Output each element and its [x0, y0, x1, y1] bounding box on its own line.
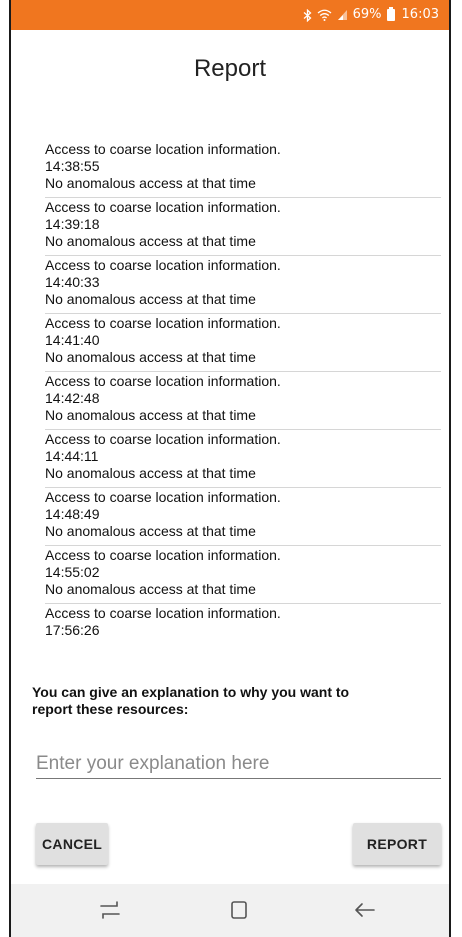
list-item[interactable]: Access to coarse location information. 1…: [45, 604, 441, 662]
access-description: Access to coarse location information.: [45, 373, 281, 389]
list-item[interactable]: Access to coarse location information. 1…: [45, 372, 441, 430]
access-description: Access to coarse location information.: [45, 547, 281, 563]
access-time: 14:41:40: [45, 332, 100, 348]
access-time: 14:38:55: [45, 158, 100, 174]
access-status: No anomalous access at that time: [45, 349, 256, 365]
access-time: 14:48:49: [45, 506, 100, 522]
access-time: 17:56:26: [45, 622, 100, 638]
battery-percentage: 69%: [352, 7, 382, 22]
access-time: 14:44:11: [45, 448, 99, 464]
access-status: No anomalous access at that time: [45, 407, 256, 423]
list-item[interactable]: Access to coarse location information. 1…: [45, 546, 441, 604]
page-title: Report: [193, 55, 267, 82]
navigation-bar: [11, 884, 449, 937]
access-time: 14:40:33: [45, 274, 100, 290]
access-description: Access to coarse location information.: [45, 431, 281, 447]
access-status: No anomalous access at that time: [45, 465, 256, 481]
status-icons: 69% 16:03: [303, 7, 439, 22]
access-description: Access to coarse location information.: [45, 141, 281, 157]
explanation-input[interactable]: [36, 750, 441, 779]
access-description: Access to coarse location information.: [45, 199, 281, 215]
access-time: 14:42:48: [45, 390, 100, 406]
status-time: 16:03: [401, 7, 439, 22]
access-status: No anomalous access at that time: [45, 291, 256, 307]
back-icon[interactable]: [353, 898, 377, 922]
list-item[interactable]: Access to coarse location information. 1…: [45, 430, 441, 488]
recent-apps-icon[interactable]: [98, 898, 122, 922]
access-description: Access to coarse location information.: [45, 257, 281, 273]
access-status: No anomalous access at that time: [45, 581, 256, 597]
signal-icon: [337, 10, 347, 20]
app-screen: 69% 16:03 Report Access to coarse locati…: [9, 0, 451, 937]
explanation-label: You can give an explanation to why you w…: [32, 684, 350, 717]
list-item[interactable]: Access to coarse location information. 1…: [45, 488, 441, 546]
list-item[interactable]: Access to coarse location information. 1…: [45, 256, 441, 314]
cancel-button[interactable]: CANCEL: [36, 823, 108, 865]
list-item[interactable]: Access to coarse location information. 1…: [45, 314, 441, 372]
report-button[interactable]: REPORT: [353, 823, 441, 865]
access-description: Access to coarse location information.: [45, 489, 281, 505]
access-description: Access to coarse location information.: [45, 605, 281, 621]
list-item[interactable]: Access to coarse location information. 1…: [45, 140, 441, 198]
access-time: 14:39:18: [45, 216, 100, 232]
battery-icon: [386, 7, 395, 21]
access-status: No anomalous access at that time: [45, 233, 256, 249]
access-time: 14:55:02: [45, 564, 100, 580]
access-list: Access to coarse location information. 1…: [45, 140, 441, 662]
access-description: Access to coarse location information.: [45, 315, 281, 331]
wifi-icon: [317, 9, 332, 21]
list-item[interactable]: Access to coarse location information. 1…: [45, 198, 441, 256]
access-status: No anomalous access at that time: [45, 523, 256, 539]
home-icon[interactable]: [227, 898, 251, 922]
bluetooth-icon: [303, 8, 312, 22]
status-bar: 69% 16:03: [11, 0, 449, 30]
access-status: No anomalous access at that time: [45, 175, 256, 191]
